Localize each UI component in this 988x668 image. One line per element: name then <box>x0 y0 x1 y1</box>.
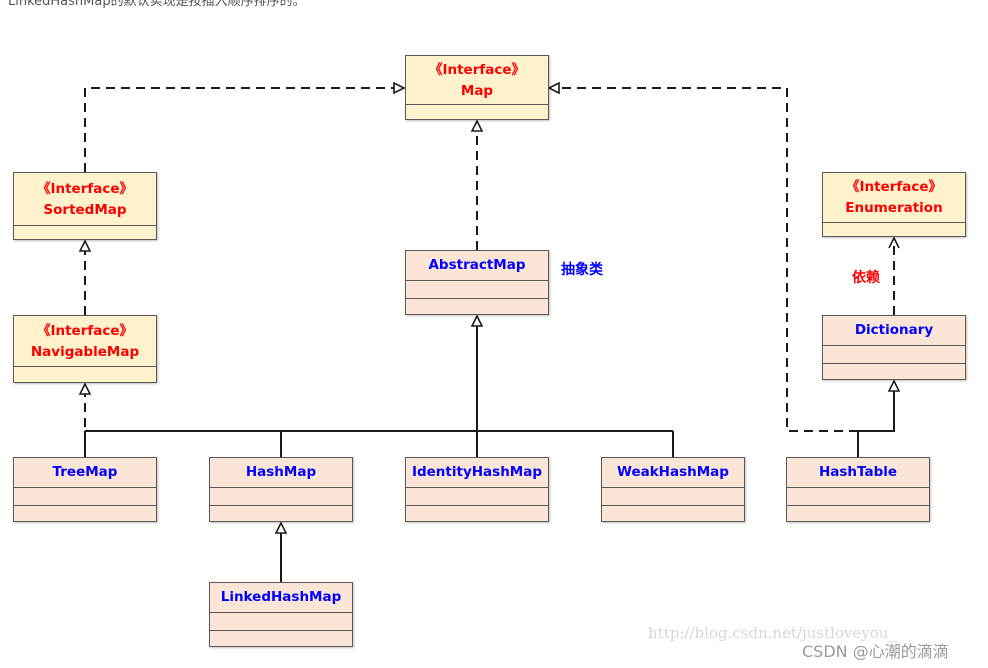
class-name: LinkedHashMap <box>220 589 342 605</box>
divider <box>14 487 156 488</box>
edge-hashtable-dictionary <box>857 381 894 457</box>
divider <box>602 487 744 488</box>
class-hashtable: HashTable <box>786 457 930 522</box>
class-dictionary: Dictionary <box>822 315 966 380</box>
interface-name: NavigableMap <box>30 343 140 360</box>
divider <box>406 104 548 105</box>
stereotype-label: 《Interface》 <box>36 322 134 339</box>
divider <box>406 280 548 281</box>
divider <box>406 298 548 299</box>
class-name: Dictionary <box>854 322 934 338</box>
divider <box>787 505 929 506</box>
divider <box>823 345 965 346</box>
divider <box>210 487 352 488</box>
stereotype-label: 《Interface》 <box>428 61 526 78</box>
divider <box>14 366 156 367</box>
class-abstractmap: AbstractMap <box>405 250 549 315</box>
divider <box>210 630 352 631</box>
class-name: AbstractMap <box>428 257 526 273</box>
abstract-class-annotation: 抽象类 <box>561 262 603 278</box>
class-name: HashTable <box>818 464 898 480</box>
watermark-credit: CSDN @心潮的滴滴 <box>802 642 949 661</box>
divider <box>210 505 352 506</box>
class-name: HashMap <box>245 464 317 480</box>
divider <box>823 222 965 223</box>
stereotype-label: 《Interface》 <box>845 179 943 195</box>
stereotype-label: 《Interface》 <box>36 180 134 197</box>
interface-name: Map <box>460 82 494 99</box>
class-name: WeakHashMap <box>617 464 729 480</box>
edge-sortedmap-map <box>84 88 404 172</box>
interface-navigablemap: 《Interface》 NavigableMap <box>13 315 157 383</box>
divider <box>210 612 352 613</box>
interface-map: 《Interface》 Map <box>405 55 549 120</box>
divider <box>787 487 929 488</box>
interface-name: Enumeration <box>845 200 943 216</box>
interface-name: SortedMap <box>43 201 127 218</box>
class-treemap: TreeMap <box>13 457 157 522</box>
class-identityhashmap: IdentityHashMap <box>405 457 549 522</box>
divider <box>14 225 156 226</box>
class-name: TreeMap <box>52 464 118 480</box>
divider <box>14 505 156 506</box>
divider <box>406 487 548 488</box>
class-weakhashmap: WeakHashMap <box>601 457 745 522</box>
divider <box>602 505 744 506</box>
interface-sortedmap: 《Interface》 SortedMap <box>13 172 157 240</box>
class-hashmap: HashMap <box>209 457 353 522</box>
class-linkedhashmap: LinkedHashMap <box>209 582 353 647</box>
divider <box>823 363 965 364</box>
dependency-annotation: 依赖 <box>852 270 880 286</box>
divider <box>406 505 548 506</box>
interface-enumeration: 《Interface》 Enumeration <box>822 172 966 237</box>
class-name: IdentityHashMap <box>411 464 543 480</box>
